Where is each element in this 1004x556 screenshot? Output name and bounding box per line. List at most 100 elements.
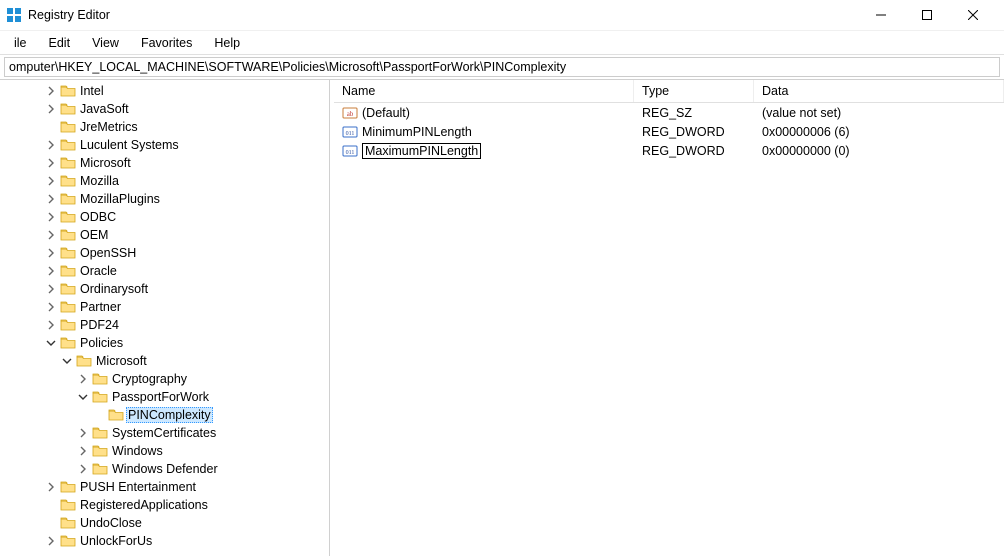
expander-placeholder xyxy=(92,408,106,422)
tree-node[interactable]: PUSH Entertainment xyxy=(0,478,329,496)
tree-node[interactable]: Microsoft xyxy=(0,352,329,370)
chevron-right-icon[interactable] xyxy=(44,300,58,314)
tree-node-label[interactable]: OEM xyxy=(78,228,110,242)
value-row[interactable]: ab(Default)REG_SZ(value not set) xyxy=(334,103,1004,122)
tree-node-label[interactable]: Cryptography xyxy=(110,372,189,386)
chevron-right-icon[interactable] xyxy=(44,210,58,224)
tree-node-label[interactable]: PINComplexity xyxy=(126,407,213,423)
folder-icon xyxy=(60,174,76,188)
tree-node[interactable]: Partner xyxy=(0,298,329,316)
tree-node-label[interactable]: PUSH Entertainment xyxy=(78,480,198,494)
tree-node-label[interactable]: RegisteredApplications xyxy=(78,498,210,512)
tree-node-label[interactable]: PDF24 xyxy=(78,318,121,332)
menu-help[interactable]: Help xyxy=(204,34,250,52)
folder-icon xyxy=(92,462,108,476)
chevron-down-icon[interactable] xyxy=(60,354,74,368)
value-row[interactable]: 011MinimumPINLengthREG_DWORD0x00000006 (… xyxy=(334,122,1004,141)
chevron-down-icon[interactable] xyxy=(44,336,58,350)
maximize-button[interactable] xyxy=(904,0,950,30)
chevron-right-icon[interactable] xyxy=(44,228,58,242)
tree-node[interactable]: Oracle xyxy=(0,262,329,280)
tree-node[interactable]: Windows xyxy=(0,442,329,460)
tree-node-label[interactable]: MozillaPlugins xyxy=(78,192,162,206)
value-row[interactable]: 011MaximumPINLengthREG_DWORD0x00000000 (… xyxy=(334,141,1004,160)
tree-node-label[interactable]: JreMetrics xyxy=(78,120,140,134)
chevron-right-icon[interactable] xyxy=(44,192,58,206)
chevron-right-icon[interactable] xyxy=(44,102,58,116)
chevron-right-icon[interactable] xyxy=(44,318,58,332)
tree-node[interactable]: Microsoft xyxy=(0,154,329,172)
tree-node-label[interactable]: Policies xyxy=(78,336,125,350)
minimize-button[interactable] xyxy=(858,0,904,30)
tree-node[interactable]: Luculent Systems xyxy=(0,136,329,154)
close-button[interactable] xyxy=(950,0,996,30)
chevron-right-icon[interactable] xyxy=(44,84,58,98)
chevron-right-icon[interactable] xyxy=(44,246,58,260)
tree-node[interactable]: ODBC xyxy=(0,208,329,226)
tree-node[interactable]: OEM xyxy=(0,226,329,244)
chevron-right-icon[interactable] xyxy=(76,462,90,476)
tree-node-label[interactable]: OpenSSH xyxy=(78,246,138,260)
chevron-right-icon[interactable] xyxy=(44,156,58,170)
tree-node[interactable]: Policies xyxy=(0,334,329,352)
tree-node[interactable]: PDF24 xyxy=(0,316,329,334)
tree-node-label[interactable]: Partner xyxy=(78,300,123,314)
tree-node-label[interactable]: PassportForWork xyxy=(110,390,211,404)
tree-node[interactable]: MozillaPlugins xyxy=(0,190,329,208)
folder-icon xyxy=(60,120,76,134)
tree-node-label[interactable]: Microsoft xyxy=(94,354,149,368)
menu-favorites[interactable]: Favorites xyxy=(131,34,202,52)
chevron-right-icon[interactable] xyxy=(44,480,58,494)
value-name[interactable]: MaximumPINLength xyxy=(362,143,481,159)
chevron-right-icon[interactable] xyxy=(44,534,58,548)
value-name[interactable]: MinimumPINLength xyxy=(362,125,472,139)
address-input[interactable] xyxy=(4,57,1000,77)
tree-node-label[interactable]: JavaSoft xyxy=(78,102,131,116)
tree-node[interactable]: Cryptography xyxy=(0,370,329,388)
tree-node[interactable]: OpenSSH xyxy=(0,244,329,262)
menu-edit[interactable]: Edit xyxy=(39,34,81,52)
tree-node-label[interactable]: Ordinarysoft xyxy=(78,282,150,296)
tree-node-label[interactable]: Windows Defender xyxy=(110,462,220,476)
chevron-right-icon[interactable] xyxy=(76,372,90,386)
tree-node-label[interactable]: Luculent Systems xyxy=(78,138,181,152)
menu-file[interactable]: ile xyxy=(4,34,37,52)
chevron-right-icon[interactable] xyxy=(44,282,58,296)
header-type[interactable]: Type xyxy=(634,80,754,102)
tree-node[interactable]: RegisteredApplications xyxy=(0,496,329,514)
chevron-right-icon[interactable] xyxy=(44,264,58,278)
tree-node[interactable]: Mozilla xyxy=(0,172,329,190)
tree-node[interactable]: UndoClose xyxy=(0,514,329,532)
header-data[interactable]: Data xyxy=(754,80,1004,102)
values-list[interactable]: ab(Default)REG_SZ(value not set)011Minim… xyxy=(334,103,1004,556)
folder-icon xyxy=(76,354,92,368)
tree-node-label[interactable]: UnlockForUs xyxy=(78,534,154,548)
tree-node-label[interactable]: Intel xyxy=(78,84,106,98)
chevron-right-icon[interactable] xyxy=(76,444,90,458)
tree-node-label[interactable]: Mozilla xyxy=(78,174,121,188)
folder-icon xyxy=(60,192,76,206)
menu-view[interactable]: View xyxy=(82,34,129,52)
tree-node[interactable]: PassportForWork xyxy=(0,388,329,406)
chevron-right-icon[interactable] xyxy=(44,138,58,152)
tree-node[interactable]: UnlockForUs xyxy=(0,532,329,550)
tree-node[interactable]: JavaSoft xyxy=(0,100,329,118)
chevron-down-icon[interactable] xyxy=(76,390,90,404)
tree-node[interactable]: Windows Defender xyxy=(0,460,329,478)
tree-node[interactable]: Ordinarysoft xyxy=(0,280,329,298)
tree-pane[interactable]: Intel JavaSoft JreMetrics Luculent Systems M… xyxy=(0,80,330,556)
tree-node[interactable]: PINComplexity xyxy=(0,406,329,424)
tree-node-label[interactable]: SystemCertificates xyxy=(110,426,218,440)
tree-node-label[interactable]: Windows xyxy=(110,444,165,458)
tree-node[interactable]: SystemCertificates xyxy=(0,424,329,442)
chevron-right-icon[interactable] xyxy=(76,426,90,440)
header-name[interactable]: Name xyxy=(334,80,634,102)
tree-node-label[interactable]: UndoClose xyxy=(78,516,144,530)
value-name[interactable]: (Default) xyxy=(362,106,410,120)
tree-node[interactable]: JreMetrics xyxy=(0,118,329,136)
tree-node[interactable]: Intel xyxy=(0,82,329,100)
tree-node-label[interactable]: Oracle xyxy=(78,264,119,278)
chevron-right-icon[interactable] xyxy=(44,174,58,188)
tree-node-label[interactable]: ODBC xyxy=(78,210,118,224)
tree-node-label[interactable]: Microsoft xyxy=(78,156,133,170)
